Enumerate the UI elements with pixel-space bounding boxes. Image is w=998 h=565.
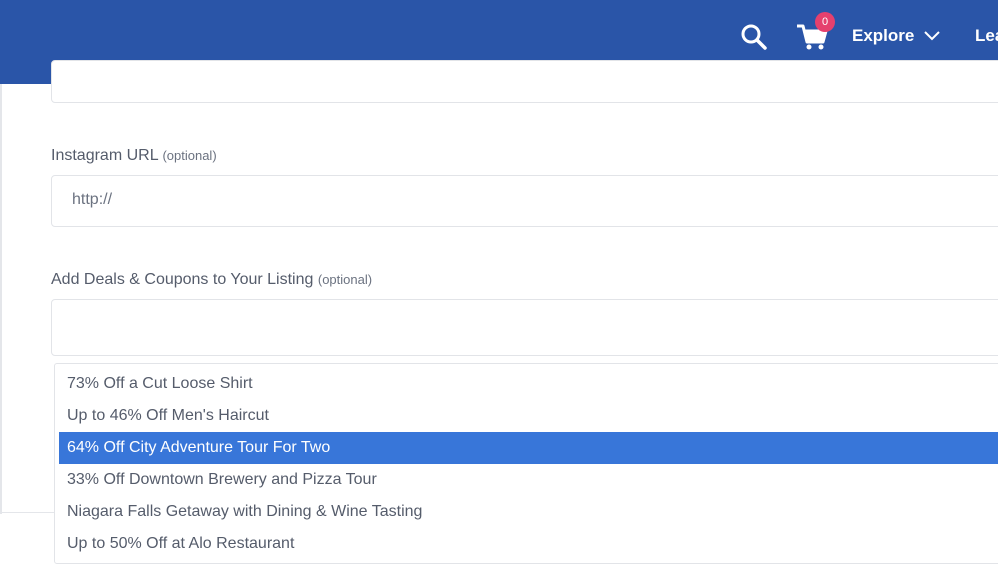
instagram-url-label: Instagram URL (optional) <box>51 147 217 165</box>
cart-count-badge: 0 <box>815 12 835 32</box>
form-card-bottom-border <box>0 512 56 513</box>
previous-url-input[interactable] <box>51 60 998 103</box>
dropdown-option[interactable]: Up to 46% Off Men's Haircut <box>59 400 998 432</box>
nav-link-truncated[interactable]: Lea <box>975 24 998 48</box>
search-button[interactable] <box>739 22 769 52</box>
optional-note: (optional) <box>317 272 373 287</box>
form-card-left-border <box>0 84 2 514</box>
dropdown-option[interactable]: Up to 50% Off at Alo Restaurant <box>59 528 998 560</box>
dropdown-option[interactable]: 73% Off a Cut Loose Shirt <box>59 368 998 400</box>
instagram-url-input[interactable] <box>51 175 998 227</box>
deals-coupons-label-text: Add Deals & Coupons to Your Listing <box>51 271 314 288</box>
dropdown-option-highlighted[interactable]: 64% Off City Adventure Tour For Two <box>59 432 998 464</box>
deals-coupons-select[interactable] <box>51 299 998 356</box>
optional-note: (optional) <box>162 148 217 163</box>
explore-label: Explore <box>852 26 915 45</box>
dropdown-option[interactable]: Niagara Falls Getaway with Dining & Wine… <box>59 496 998 528</box>
chevron-down-icon <box>924 31 941 41</box>
search-icon <box>741 24 767 50</box>
deals-dropdown-list: 73% Off a Cut Loose Shirt Up to 46% Off … <box>54 363 998 564</box>
deals-coupons-label: Add Deals & Coupons to Your Listing (opt… <box>51 271 372 289</box>
instagram-url-value: http:// <box>72 191 113 208</box>
explore-menu[interactable]: Explore <box>852 24 941 48</box>
instagram-url-label-text: Instagram URL <box>51 147 158 164</box>
dropdown-option[interactable]: 33% Off Downtown Brewery and Pizza Tour <box>59 464 998 496</box>
